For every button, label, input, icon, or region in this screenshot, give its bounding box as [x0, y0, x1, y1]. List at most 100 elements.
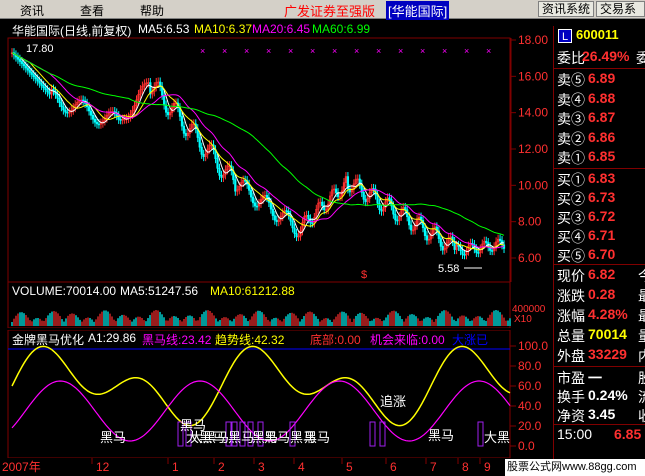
signal-mark: ×	[420, 46, 425, 56]
stats-row: 涨跌0.28 最	[554, 286, 645, 305]
candle-body	[20, 61, 23, 64]
signal-mark: ×	[464, 46, 469, 56]
candle-body	[184, 133, 187, 137]
stats-extra: 最	[638, 306, 645, 326]
stats-value: 0.28	[588, 286, 616, 302]
month-label: 5	[346, 460, 353, 474]
quote-header: L 600011	[554, 26, 645, 46]
stats-row: 现价6.82 今	[554, 266, 645, 285]
dollar-marker: $	[361, 269, 367, 281]
heima-annotation: 黑马	[100, 430, 126, 445]
buys-label: 买①	[557, 172, 585, 188]
heima-annotation: 大黑马	[190, 430, 229, 445]
stats-label: 外盘	[557, 348, 585, 364]
price-tick-label: 8.00	[518, 215, 542, 229]
stock-name-badge[interactable]: [华能国际]	[386, 1, 450, 20]
candle-body	[265, 194, 269, 198]
candle-body	[273, 215, 276, 221]
sells-label: 卖⑤	[557, 72, 585, 88]
divider	[554, 168, 645, 169]
trade-system-button[interactable]: 交易系	[596, 1, 645, 17]
candle-body	[376, 194, 379, 204]
stats-value: 4.28%	[588, 306, 628, 322]
high-price-label: 17.80	[26, 43, 54, 55]
stats-extra: 量	[638, 326, 645, 346]
candle-body	[64, 109, 67, 113]
ratio-value: 26.49%	[582, 48, 630, 64]
info-system-button[interactable]: 资讯系统	[538, 1, 595, 17]
candle-body	[30, 72, 33, 75]
candle-body	[234, 179, 237, 192]
candle-body	[167, 112, 170, 116]
menu-bar: 资讯 查看 帮助 广发证券至强版 [华能国际] 资讯系统 交易系	[0, 0, 645, 20]
volume-frame	[7, 282, 511, 328]
stats-label: 总量	[557, 328, 585, 344]
price-frame	[7, 37, 511, 282]
candle-body	[24, 65, 27, 69]
candle-body	[321, 201, 324, 207]
signal-mark: ×	[244, 46, 249, 56]
volume-chart[interactable]: 400000X10	[0, 282, 553, 328]
candle-body	[32, 74, 35, 77]
extra_rows-extra: 流	[638, 387, 645, 407]
month-label: 3	[258, 460, 265, 474]
sells-row: 卖⑤ 6.89	[554, 70, 645, 89]
indicator-tick-label: 0.0	[518, 439, 535, 453]
candle-body	[439, 238, 442, 247]
extra_rows-label: 换手	[557, 389, 585, 405]
date-year-label: 2007年	[2, 460, 41, 474]
buys-label: 买③	[557, 210, 585, 226]
candle-body	[26, 67, 29, 71]
price-tick-label: 14.00	[518, 106, 548, 120]
buys-row: 买③ 6.72	[554, 208, 645, 227]
candle-body	[97, 123, 101, 126]
sells-value: 6.87	[588, 109, 616, 125]
menu-item-help[interactable]: 帮助	[140, 2, 164, 19]
stats-value: 70014	[588, 326, 627, 342]
heima-annotation: 大黑	[484, 430, 510, 445]
price-chart[interactable]: 18.00 16.00 14.00 12.00 10.00 8.00 6.00 × × × × × × ×…	[0, 20, 553, 282]
date-axis: 2007年 12 1 2 3 4 5 6 7 8 9	[0, 458, 505, 476]
price-tick-label: 6.00	[518, 251, 542, 265]
month-label: 1	[172, 460, 179, 474]
candle-body	[42, 85, 45, 88]
heima-annotation: 追涨	[380, 394, 406, 409]
candle-body	[58, 97, 61, 103]
volume-scale-label: X10	[514, 314, 532, 325]
candle-body	[44, 87, 47, 91]
ma10-line	[11, 52, 505, 251]
candle-body	[180, 116, 184, 127]
candle-body	[408, 216, 411, 226]
candle-body	[16, 56, 20, 60]
sells-value: 6.88	[588, 89, 616, 106]
indicator-chart[interactable]: 100.080.060.040.020.00.0黑马黑马大黑马 黑马黑马黑马 黑马黑…	[0, 330, 553, 458]
candle-body	[182, 125, 186, 134]
menu-item-info[interactable]: 资讯	[20, 2, 44, 19]
candle-body	[291, 220, 294, 229]
candle-body	[362, 192, 365, 200]
signal-mark: ×	[398, 46, 403, 56]
candle-body	[275, 219, 278, 222]
divider	[554, 424, 645, 425]
candle-body	[28, 69, 31, 73]
sells-value: 6.85	[588, 148, 616, 164]
indicator-tick-label: 100.0	[518, 339, 548, 353]
indicator-tick-label: 60.0	[518, 379, 542, 393]
ma5-line	[11, 52, 505, 253]
sells-row: 卖④ 6.88	[554, 90, 645, 109]
signal-mark: ×	[200, 46, 205, 56]
candle-body	[200, 146, 203, 155]
candle-body	[307, 215, 310, 220]
extra_rows-value: 一	[588, 370, 602, 386]
candle-body	[218, 167, 221, 176]
candle-body	[253, 202, 257, 207]
extra_rows-extra: 收	[638, 406, 645, 426]
buys-label: 买⑤	[557, 248, 585, 264]
candle-body	[295, 233, 298, 237]
candle-body	[396, 219, 399, 222]
menu-item-view[interactable]: 查看	[80, 2, 104, 19]
stock-code: 600011	[576, 27, 619, 42]
extra_rows-value: 0.24%	[588, 387, 628, 403]
buys-row: 买① 6.83	[554, 170, 645, 189]
buys-row: 买② 6.73	[554, 189, 645, 208]
